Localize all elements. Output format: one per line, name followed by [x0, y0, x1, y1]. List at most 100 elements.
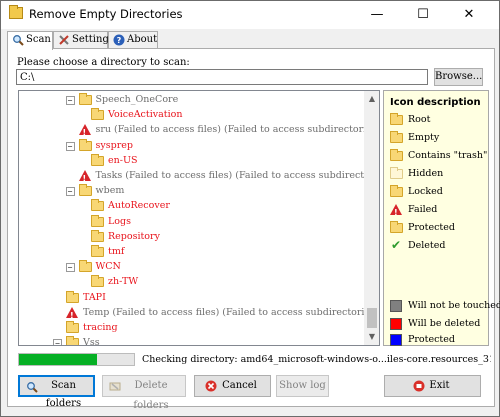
- scan-folders-button[interactable]: Scan folders: [18, 375, 95, 409]
- tab-about[interactable]: ? About: [108, 31, 158, 49]
- empty-folder-icon: [91, 245, 104, 257]
- tree-row-label: Speech_OneCore: [95, 94, 179, 105]
- root-folder-icon: [390, 113, 403, 125]
- tree-scrollbar[interactable]: ▲ ▼: [364, 91, 379, 345]
- tab-scan[interactable]: Scan: [7, 31, 53, 50]
- locked-folder-icon: [390, 185, 403, 197]
- legend-title: Icon description: [390, 97, 481, 108]
- tree-collapse-toggle-icon[interactable]: −: [65, 263, 75, 273]
- delete-folders-button[interactable]: Delete folders: [102, 375, 186, 411]
- warning-icon: [78, 124, 91, 140]
- app-window: Remove Empty Directories — ☐ ✕ Scan Sett…: [0, 0, 500, 417]
- warning-icon: [78, 170, 91, 186]
- tree-row-label: Temp (Failed to access files) (Failed to…: [83, 306, 379, 318]
- tree-row-label: en-US: [108, 154, 138, 166]
- tree-row[interactable]: Tasks (Failed to access files) (Failed t…: [19, 169, 379, 186]
- empty-folder-icon: [91, 214, 104, 227]
- tree-row[interactable]: en-US: [19, 153, 364, 168]
- show-log-button[interactable]: Show log: [276, 375, 329, 397]
- tree-row[interactable]: sru (Failed to access files) (Failed to …: [19, 123, 379, 140]
- root-folder-icon: [66, 336, 79, 345]
- cancel-button[interactable]: Cancel: [194, 375, 271, 397]
- empty-folder-icon: [78, 138, 92, 151]
- tab-scan-label: Scan: [26, 34, 51, 45]
- scroll-down-arrow-icon[interactable]: ▼: [364, 329, 379, 345]
- empty-folder-icon: [66, 321, 79, 333]
- tree-row-label: Repository: [108, 230, 160, 242]
- close-button[interactable]: ✕: [446, 1, 492, 29]
- empty-folder-icon: [78, 260, 92, 273]
- empty-folder-icon: [91, 153, 104, 166]
- empty-folder-icon: [91, 199, 104, 212]
- maximize-button[interactable]: ☐: [400, 1, 446, 29]
- tree-row[interactable]: − Vss: [19, 336, 364, 346]
- tree-collapse-toggle-icon[interactable]: −: [65, 187, 75, 197]
- tree-row[interactable]: − wbem: [19, 184, 364, 198]
- tree-row[interactable]: zh-TW: [19, 275, 364, 289]
- tree-row[interactable]: TAPI: [19, 290, 364, 305]
- title-bar: Remove Empty Directories — ☐ ✕: [1, 1, 499, 29]
- tree-row[interactable]: − WCN: [19, 260, 364, 274]
- tree-row-label: sysprep: [95, 139, 133, 151]
- tree-row[interactable]: Repository: [19, 229, 364, 244]
- exit-label: Exit: [429, 380, 450, 391]
- tree-row-label: tmf: [108, 246, 125, 257]
- magnifier-icon: [13, 35, 24, 46]
- scan-folders-label: Scan folders: [45, 380, 82, 409]
- directory-prompt: Please choose a directory to scan:: [17, 57, 190, 68]
- gray-swatch: [390, 300, 402, 312]
- tree-row-label: sru (Failed to access files) (Failed to …: [95, 124, 380, 136]
- status-text: Checking directory: amd64_microsoft-wind…: [142, 354, 491, 365]
- cancel-label: Cancel: [222, 380, 257, 391]
- empty-folder-icon: [91, 229, 104, 242]
- browse-button[interactable]: Browse...: [434, 68, 483, 86]
- progress-fill: [19, 354, 98, 365]
- delete-folders-label: Delete folders: [133, 380, 169, 411]
- tree-row[interactable]: VoiceActivation: [19, 108, 364, 122]
- tree-row[interactable]: Logs: [19, 214, 364, 229]
- tree-row[interactable]: Temp (Failed to access files) (Failed to…: [19, 306, 379, 323]
- window-title: Remove Empty Directories: [29, 7, 183, 21]
- icon-legend: Icon description Root Empty Contains "tr…: [383, 90, 500, 346]
- scroll-up-arrow-icon[interactable]: ▲: [364, 91, 379, 107]
- tree-collapse-toggle-icon[interactable]: −: [65, 141, 75, 151]
- folder-app-icon: [9, 5, 23, 19]
- help-icon: ?: [113, 34, 125, 46]
- tree-row[interactable]: tracing: [19, 321, 364, 335]
- svg-text:?: ?: [117, 36, 122, 45]
- empty-folder-icon: [66, 290, 79, 303]
- tree-row-label: wbem: [95, 185, 125, 197]
- trash-folder-icon: [390, 149, 403, 161]
- tree-row-label: zh-TW: [108, 276, 139, 288]
- directory-tree[interactable]: − Speech_OneCore VoiceActivation sru (Faile…: [18, 90, 380, 346]
- hidden-folder-icon: [390, 167, 403, 179]
- tree-row-label: TAPI: [83, 291, 106, 303]
- root-folder-icon: [78, 93, 92, 105]
- tree-row-label: Logs: [108, 215, 131, 227]
- empty-folder-icon: [390, 131, 403, 143]
- tree-row-label: Vss: [83, 337, 100, 346]
- warning-icon: [66, 306, 78, 323]
- protected-folder-icon: [390, 221, 403, 233]
- tab-about-label: About: [127, 34, 158, 45]
- warning-icon: [390, 204, 402, 220]
- empty-folder-icon: [91, 275, 104, 288]
- scrollbar-thumb[interactable]: [367, 308, 377, 328]
- tree-collapse-toggle-icon[interactable]: −: [65, 96, 75, 105]
- minimize-button[interactable]: —: [354, 1, 400, 29]
- tree-row[interactable]: tmf: [19, 245, 364, 259]
- tree-row-label: Tasks (Failed to access files) (Failed t…: [95, 170, 380, 181]
- tree-row[interactable]: − Speech_OneCore: [19, 93, 364, 107]
- blue-swatch: [390, 334, 402, 346]
- tree-collapse-toggle-icon[interactable]: −: [53, 339, 62, 345]
- tree-row[interactable]: AutoRecover: [19, 199, 364, 213]
- empty-folder-icon: [91, 108, 104, 121]
- exit-button[interactable]: Exit: [384, 375, 481, 397]
- tab-settings[interactable]: Settings: [53, 31, 114, 49]
- checkmark-icon: ✔: [391, 238, 402, 252]
- tree-row[interactable]: − sysprep: [19, 138, 364, 153]
- directory-path-input[interactable]: [16, 69, 428, 85]
- tree-row-label: VoiceActivation: [108, 109, 183, 121]
- tree-row-label: tracing: [83, 322, 118, 333]
- scan-progress-bar: [18, 353, 135, 366]
